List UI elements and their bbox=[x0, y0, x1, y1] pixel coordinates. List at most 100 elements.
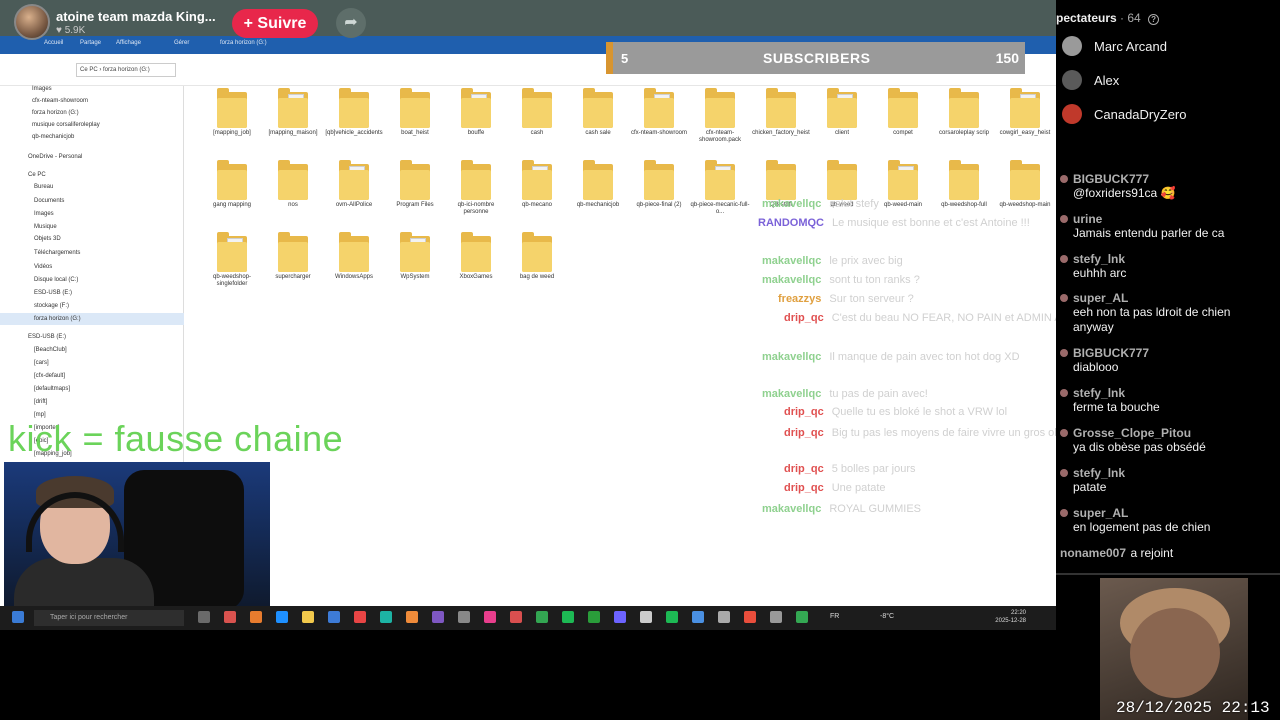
tree-item[interactable]: Images bbox=[34, 211, 54, 217]
tree-item[interactable]: Ce PC bbox=[28, 172, 46, 178]
tree-item[interactable]: forza horizon (G:) bbox=[32, 110, 79, 116]
tree-item[interactable]: Bureau bbox=[34, 184, 53, 190]
spectator-item[interactable]: CanadaDryZero bbox=[1062, 104, 1187, 124]
taskbar-app-icon[interactable] bbox=[276, 611, 288, 623]
taskbar-app-icon[interactable] bbox=[744, 611, 756, 623]
folder-tile[interactable]: compet bbox=[873, 88, 933, 150]
folder-tile[interactable]: boat_heist bbox=[385, 88, 445, 150]
folder-tile[interactable]: WpSystem bbox=[385, 232, 445, 294]
folder-tile[interactable]: cfx-nteam-showroom.pack bbox=[690, 88, 750, 150]
taskbar-app-icon[interactable] bbox=[484, 611, 496, 623]
taskbar-clock[interactable]: 22:20 2025-12-28 bbox=[995, 609, 1026, 625]
chat-username[interactable]: stefy_lnk bbox=[1060, 466, 1274, 480]
chat-username[interactable]: super_AL bbox=[1060, 506, 1274, 520]
share-arrow-icon[interactable]: ➦ bbox=[336, 8, 366, 38]
tree-item[interactable]: musique corsaliferoleplay bbox=[32, 122, 100, 128]
taskbar-app-icon[interactable] bbox=[458, 611, 470, 623]
taskbar-app-icon[interactable] bbox=[588, 611, 600, 623]
folder-tile[interactable]: cfx-nteam-showroom bbox=[629, 88, 689, 150]
taskbar-app-icon[interactable] bbox=[796, 611, 808, 623]
folder-tile[interactable]: qb-piece-final (2) bbox=[629, 160, 689, 222]
tree-item[interactable]: Images bbox=[32, 86, 52, 92]
tree-item[interactable]: qb-mechanicjob bbox=[32, 134, 74, 140]
tree-item[interactable]: Téléchargements bbox=[34, 250, 80, 256]
folder-tile[interactable]: client bbox=[812, 88, 872, 150]
tree-item[interactable]: OneDrive - Personal bbox=[28, 154, 82, 160]
taskbar-app-icon[interactable] bbox=[536, 611, 548, 623]
folder-tile[interactable]: QB-staff bbox=[751, 160, 811, 222]
taskbar-app-icon[interactable] bbox=[198, 611, 210, 623]
chat-username[interactable]: urine bbox=[1060, 212, 1274, 226]
folder-tile[interactable]: chicken_factory_heist bbox=[751, 88, 811, 150]
folder-tile[interactable]: [mapping_job] bbox=[202, 88, 262, 150]
tree-item[interactable]: stockage (F:) bbox=[34, 303, 69, 309]
tree-item[interactable]: [BeachClub] bbox=[34, 347, 67, 353]
folder-tile[interactable]: qb-mechanicjob bbox=[568, 160, 628, 222]
windows-start-icon[interactable] bbox=[12, 611, 24, 623]
folder-tile[interactable]: ovm-AllPolice bbox=[324, 160, 384, 222]
spectator-item[interactable]: Alex bbox=[1062, 70, 1119, 90]
taskbar-app-icon[interactable] bbox=[614, 611, 626, 623]
tree-item[interactable]: [defaultmaps] bbox=[34, 386, 70, 392]
folder-tile[interactable]: supercharger bbox=[263, 232, 323, 294]
folder-tile[interactable]: [qb]vehicle_accidents bbox=[324, 88, 384, 150]
taskbar-app-icon[interactable] bbox=[432, 611, 444, 623]
chat-username[interactable]: BIGBUCK777 bbox=[1060, 346, 1274, 360]
folder-tile[interactable]: qb-piece-mecanic-full-o... bbox=[690, 160, 750, 222]
folder-tile[interactable]: cowgirl_easy_heist bbox=[995, 88, 1055, 150]
folder-tile[interactable]: nos bbox=[263, 160, 323, 222]
chat-username[interactable]: stefy_lnk bbox=[1060, 386, 1274, 400]
folder-tile[interactable]: qb-weedshop-full bbox=[934, 160, 994, 222]
taskbar-language[interactable]: FR bbox=[830, 613, 839, 620]
taskbar-app-icon[interactable] bbox=[354, 611, 366, 623]
chat-username[interactable]: super_AL bbox=[1060, 291, 1274, 305]
taskbar-app-icon[interactable] bbox=[666, 611, 678, 623]
taskbar-app-icon[interactable] bbox=[380, 611, 392, 623]
taskbar-app-icon[interactable] bbox=[562, 611, 574, 623]
taskbar-app-icon[interactable] bbox=[692, 611, 704, 623]
folder-tile[interactable]: [mapping_maison] bbox=[263, 88, 323, 150]
follow-button[interactable]: + Suivre bbox=[232, 9, 318, 38]
taskbar-app-icon[interactable] bbox=[406, 611, 418, 623]
tree-item[interactable]: [cfx-default] bbox=[34, 373, 65, 379]
folder-tile[interactable]: gang mapping bbox=[202, 160, 262, 222]
streamer-avatar[interactable] bbox=[14, 4, 50, 40]
folder-tile[interactable]: qb-weed bbox=[812, 160, 872, 222]
tree-item[interactable]: Documents bbox=[34, 198, 64, 204]
chat-username[interactable]: BIGBUCK777 bbox=[1060, 172, 1274, 186]
folder-tile[interactable]: qb-ici-nombre personne bbox=[446, 160, 506, 222]
folder-tile[interactable]: Program Files bbox=[385, 160, 445, 222]
folder-tile[interactable]: bouffe bbox=[446, 88, 506, 150]
folder-tile[interactable]: qb-mecano bbox=[507, 160, 567, 222]
chat-username[interactable]: Grosse_Clope_Pitou bbox=[1060, 426, 1274, 440]
folder-tile[interactable]: corsaroleplay scrip bbox=[934, 88, 994, 150]
taskbar-app-icon[interactable] bbox=[224, 611, 236, 623]
folder-tile[interactable]: qb-weedshop-singlefolder bbox=[202, 232, 262, 294]
tree-item[interactable]: ESD-USB (E:) bbox=[28, 334, 66, 340]
tree-item[interactable]: cfx-nteam-showroom bbox=[32, 98, 88, 104]
taskbar-app-icon[interactable] bbox=[718, 611, 730, 623]
folder-tile[interactable]: qb-weed-main bbox=[873, 160, 933, 222]
spectator-item[interactable]: Marc Arcand bbox=[1062, 36, 1167, 56]
taskbar-app-icon[interactable] bbox=[250, 611, 262, 623]
tree-item[interactable]: [cars] bbox=[34, 360, 49, 366]
tree-item[interactable]: Objets 3D bbox=[34, 236, 61, 242]
tree-item[interactable]: Vidéos bbox=[34, 264, 52, 270]
tree-item[interactable]: ESD-USB (E:) bbox=[34, 290, 72, 296]
folder-tile[interactable]: XboxGames bbox=[446, 232, 506, 294]
info-icon[interactable]: ? bbox=[1148, 14, 1160, 25]
taskbar-app-icon[interactable] bbox=[770, 611, 782, 623]
taskbar-app-icon[interactable] bbox=[328, 611, 340, 623]
stream-video[interactable]: Accueil Partage Affichage Gérer forza ho… bbox=[0, 0, 1056, 630]
folder-tile[interactable]: WindowsApps bbox=[324, 232, 384, 294]
chat-username[interactable]: stefy_lnk bbox=[1060, 252, 1274, 266]
folder-tile[interactable]: cash sale bbox=[568, 88, 628, 150]
tree-item[interactable]: Musique bbox=[34, 224, 57, 230]
taskbar-app-icon[interactable] bbox=[640, 611, 652, 623]
taskbar-weather[interactable]: -8°C bbox=[880, 613, 894, 620]
folder-tile[interactable]: cash bbox=[507, 88, 567, 150]
taskbar-app-icon[interactable] bbox=[302, 611, 314, 623]
folder-tile[interactable]: qb-weedshop-main bbox=[995, 160, 1055, 222]
taskbar-app-icon[interactable] bbox=[510, 611, 522, 623]
folder-tile[interactable]: bag de weed bbox=[507, 232, 567, 294]
